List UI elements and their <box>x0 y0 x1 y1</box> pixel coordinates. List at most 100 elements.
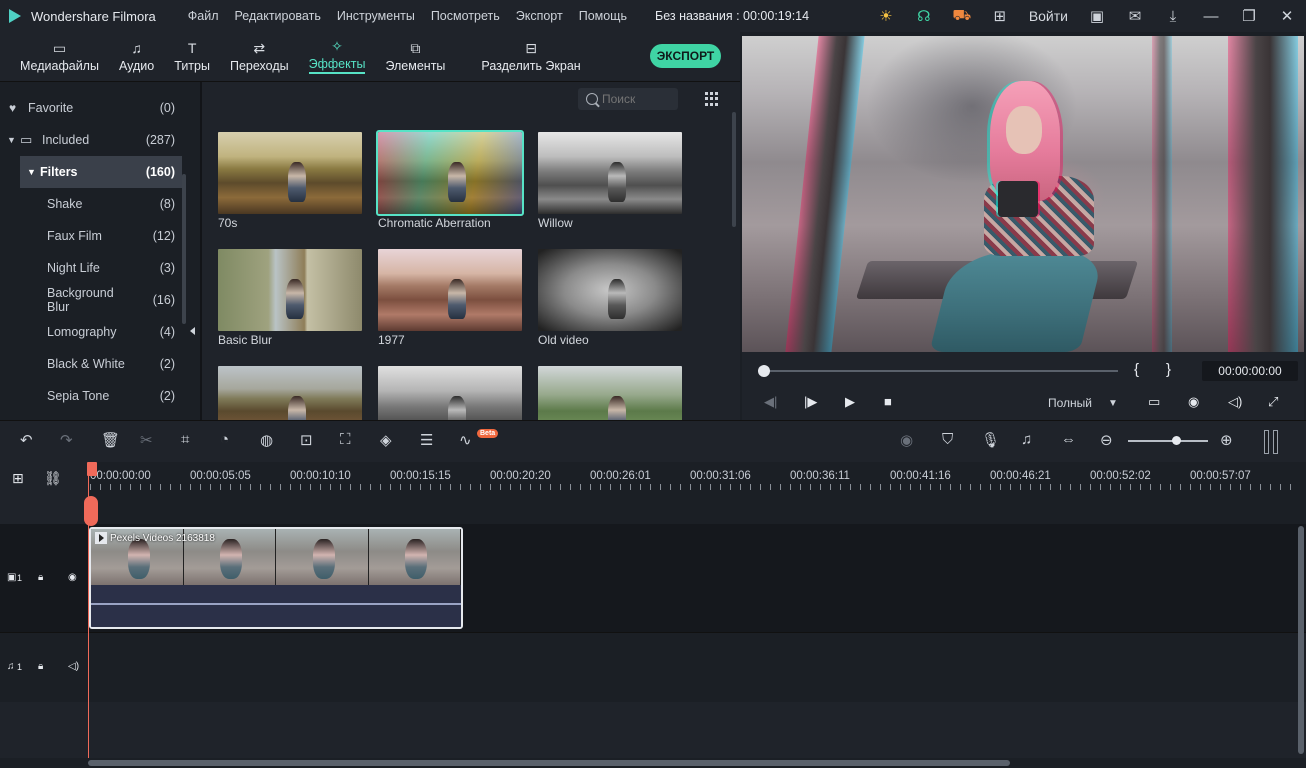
add-track-icon[interactable]: ⊞ <box>12 470 24 487</box>
tab-effects[interactable]: ✧ Эффекты <box>308 32 366 80</box>
download-icon[interactable]: ⤓ <box>1154 0 1192 32</box>
timeline-pause-icon[interactable] <box>1264 430 1280 454</box>
timeline-horizontal-scrollbar[interactable] <box>88 758 1300 768</box>
tab-media[interactable]: ▭ Медиафайлы <box>20 32 99 80</box>
close-icon[interactable]: ✕ <box>1268 0 1306 32</box>
zoom-slider-handle[interactable] <box>1172 436 1181 445</box>
export-button[interactable]: ЭКСПОРТ <box>650 44 721 68</box>
collapse-panel-icon[interactable] <box>190 327 195 335</box>
category-shake[interactable]: Shake (8) <box>0 188 182 220</box>
adjust-icon[interactable]: ☰ <box>420 431 433 449</box>
restore-icon[interactable]: ❐ <box>1230 0 1268 32</box>
step-forward-icon[interactable]: |▶ <box>804 394 817 410</box>
effect-thumb-70s[interactable] <box>218 132 362 214</box>
category-night-life[interactable]: Night Life (3) <box>0 252 182 284</box>
cart-icon[interactable]: ⛟ <box>943 0 981 32</box>
effect-thumb[interactable] <box>378 366 522 420</box>
expand-arrow-icon[interactable]: ▼ <box>0 135 20 145</box>
effect-thumb-chromatic-aberration[interactable] <box>376 130 524 216</box>
effect-thumb[interactable] <box>538 366 682 420</box>
tab-split-screen[interactable]: ⊟ Разделить Экран <box>481 32 580 80</box>
effect-thumb-willow[interactable] <box>538 132 682 214</box>
undo-icon[interactable]: ↶ <box>20 431 33 449</box>
effect-thumb[interactable] <box>218 366 362 420</box>
quality-select[interactable]: Полный ▼ <box>1038 392 1124 414</box>
login-button[interactable]: Войти <box>1019 8 1078 24</box>
category-sepia-tone[interactable]: Sepia Tone (2) <box>0 380 182 412</box>
lock-icon[interactable]: 🔒︎ <box>38 572 43 583</box>
keyframe-icon[interactable]: ◈ <box>380 431 392 449</box>
expand-arrow-icon[interactable]: ▼ <box>20 167 40 177</box>
minimize-icon[interactable]: — <box>1192 0 1230 32</box>
category-filters[interactable]: ▼ Filters (160) <box>20 156 182 188</box>
green-screen-icon[interactable]: ⊡ <box>300 431 313 449</box>
color-icon[interactable]: ◍ <box>260 431 273 449</box>
tab-titles[interactable]: T Титры <box>174 32 210 80</box>
audio-wave-icon[interactable]: ∿ <box>459 431 472 449</box>
step-back-icon[interactable]: ◀| <box>764 394 777 410</box>
seek-bar[interactable] <box>762 370 1118 372</box>
zoom-slider[interactable] <box>1128 440 1208 442</box>
fit-timeline-icon[interactable]: ⇔ <box>1061 431 1076 448</box>
playhead-marker[interactable] <box>87 462 97 476</box>
save-icon[interactable]: ▣ <box>1078 0 1116 32</box>
redo-icon[interactable]: ↷ <box>60 431 73 449</box>
seek-handle[interactable] <box>758 365 770 377</box>
render-icon[interactable]: ◉ <box>900 431 913 449</box>
menu-edit[interactable]: Редактировать <box>235 9 321 23</box>
tab-transitions[interactable]: ⇄ Переходы <box>230 32 289 80</box>
headset-icon[interactable]: ☊ <box>905 0 943 32</box>
playhead-handle[interactable] <box>84 496 98 526</box>
category-faux-film[interactable]: Faux Film (12) <box>0 220 182 252</box>
gift-icon[interactable]: ⊞ <box>981 0 1019 32</box>
timeline-vertical-scrollbar[interactable] <box>1298 526 1304 754</box>
mark-in-button[interactable]: { <box>1134 361 1139 378</box>
fullscreen-icon[interactable]: ⤢ <box>1268 394 1278 410</box>
lock-icon[interactable]: 🔒︎ <box>38 661 43 672</box>
mark-out-button[interactable]: } <box>1166 361 1171 378</box>
lightbulb-icon[interactable]: ☀ <box>867 0 905 32</box>
stop-icon[interactable]: ■ <box>884 394 892 409</box>
menu-file[interactable]: Файл <box>188 9 219 23</box>
search-input[interactable] <box>602 92 672 106</box>
menu-export[interactable]: Экспорт <box>516 9 563 23</box>
crop-icon[interactable]: ⌗ <box>181 431 189 448</box>
menu-tools[interactable]: Инструменты <box>337 9 415 23</box>
display-icon[interactable]: ▭ <box>1148 394 1160 410</box>
audio-mixer-icon[interactable]: ♫ <box>1021 431 1032 448</box>
marker-icon[interactable]: ⛉ <box>942 431 953 448</box>
link-icon[interactable]: ⛓ <box>44 470 62 487</box>
audio-track-1[interactable]: ♫ 1 🔒︎ ◁) <box>0 632 1306 702</box>
effect-thumb-old-video[interactable] <box>538 249 682 331</box>
category-favorite[interactable]: ♥ Favorite (0) <box>0 92 182 124</box>
cut-icon[interactable]: ✂ <box>140 431 153 449</box>
microphone-icon[interactable]: 🎙 <box>981 431 1000 449</box>
speaker-icon[interactable]: ◁) <box>68 661 79 672</box>
zoom-in-icon[interactable]: ⊕ <box>1220 431 1233 449</box>
tab-audio[interactable]: ♫ Аудио <box>119 32 154 80</box>
speed-icon[interactable]: ◔ <box>220 431 229 448</box>
mail-icon[interactable]: ✉ <box>1116 0 1154 32</box>
menu-view[interactable]: Посмотреть <box>431 9 500 23</box>
volume-icon[interactable]: ◁) <box>1228 394 1242 410</box>
grid-view-icon[interactable] <box>705 92 719 106</box>
stabilize-icon[interactable]: ⛶ <box>340 431 351 448</box>
snapshot-icon[interactable]: ◉ <box>1188 394 1199 410</box>
category-lomography[interactable]: Lomography (4) <box>0 316 182 348</box>
zoom-out-icon[interactable]: ⊖ <box>1100 431 1113 449</box>
eye-icon[interactable]: ◉ <box>68 572 77 583</box>
effects-scrollbar[interactable] <box>732 112 736 227</box>
effect-thumb-1977[interactable] <box>378 249 522 331</box>
video-clip[interactable]: Pexels Videos 2163818 <box>89 527 463 629</box>
category-black-white[interactable]: Black & White (2) <box>0 348 182 380</box>
category-included[interactable]: ▼ ▭ Included (287) <box>0 124 182 156</box>
delete-icon[interactable]: 🗑 <box>101 431 120 449</box>
category-background-blur[interactable]: Background Blur (16) <box>0 284 182 316</box>
menu-help[interactable]: Помощь <box>579 9 627 23</box>
play-icon[interactable]: ▶ <box>845 394 855 410</box>
category-scrollbar[interactable] <box>182 174 186 324</box>
effect-thumb-basic-blur[interactable] <box>218 249 362 331</box>
search-box[interactable] <box>578 88 678 110</box>
timeline-ruler[interactable]: ⊞ ⛓ 00:00:00:00 00:00:05:05 00:00:10:10 … <box>0 462 1306 524</box>
tab-elements[interactable]: ⧉ Элементы <box>385 32 445 80</box>
